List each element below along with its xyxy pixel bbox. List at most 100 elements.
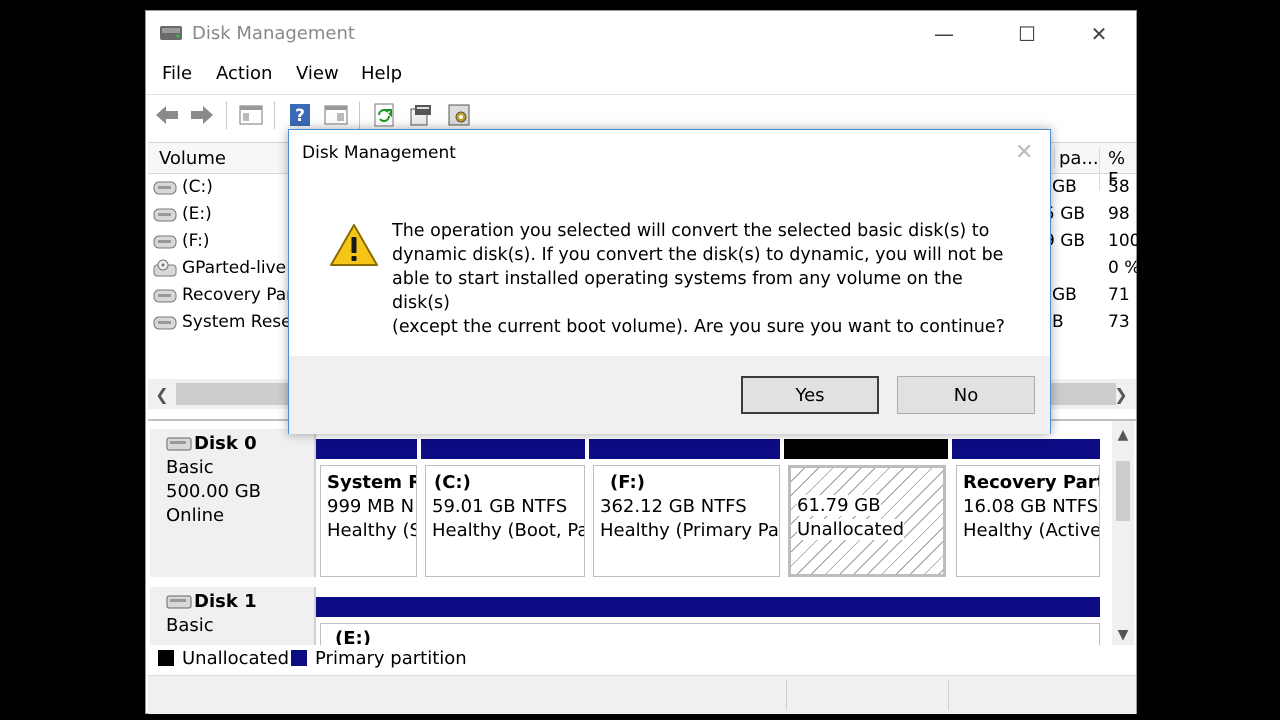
volume-capacity: B <box>1052 312 1064 332</box>
volume-percent-free: 38 <box>1108 177 1130 197</box>
cd-drive-icon <box>153 259 177 277</box>
partition-header-bar <box>421 439 585 459</box>
scrollbar-thumb[interactable] <box>1116 461 1130 521</box>
properties-button[interactable] <box>323 102 349 128</box>
disk-type: Basic <box>166 457 214 478</box>
console-tree-icon <box>239 105 263 125</box>
partition-system-reserved[interactable]: System R 999 MB N Healthy (S <box>320 465 417 577</box>
disk-0-label[interactable]: Disk 0 Basic 500.00 GB Online <box>150 429 316 577</box>
dialog-message-line: able to start installed operating system… <box>392 269 963 313</box>
help-button[interactable]: ? <box>287 102 313 128</box>
scroll-down-icon[interactable]: ▼ <box>1112 625 1134 645</box>
partition-size: 59.01 GB NTFS <box>432 496 568 517</box>
disk-name: Disk 0 <box>194 433 257 454</box>
maximize-icon: ☐ <box>1018 21 1036 46</box>
partition-recovery[interactable]: Recovery Part 16.08 GB NTFS Healthy (Act… <box>956 465 1100 577</box>
disk-pane-vertical-scrollbar[interactable]: ▲ ▼ <box>1112 421 1134 646</box>
dialog-message-line: The operation you selected will convert … <box>392 221 990 241</box>
partition-c[interactable]: (C:) 59.01 GB NTFS Healthy (Boot, Pa <box>425 465 585 577</box>
drive-icon <box>153 289 177 303</box>
refresh-button[interactable] <box>371 102 397 128</box>
toolbar-separator <box>359 101 360 129</box>
menu-view[interactable]: View <box>296 63 339 84</box>
partition-f[interactable]: (F:) 362.12 GB NTFS Healthy (Primary Par <box>593 465 780 577</box>
dialog-close-icon[interactable]: ✕ <box>1015 140 1033 165</box>
yes-button[interactable]: Yes <box>741 376 879 414</box>
drive-icon <box>153 208 177 222</box>
scroll-right-icon[interactable]: ❯ <box>1110 382 1132 406</box>
close-button[interactable]: ✕ <box>1063 11 1135 56</box>
minimize-icon: — <box>934 21 954 46</box>
column-header-capacity[interactable]: pa... <box>1054 148 1099 169</box>
refresh-icon <box>374 103 394 127</box>
partition-size: 999 MB N <box>327 496 415 517</box>
volume-name: (F:) <box>182 231 210 251</box>
close-icon: ✕ <box>1090 21 1108 46</box>
menu-help[interactable]: Help <box>361 63 402 84</box>
scroll-up-icon[interactable]: ▲ <box>1112 425 1134 445</box>
partition-title: (C:) <box>434 472 471 493</box>
minimize-button[interactable]: — <box>908 11 980 56</box>
column-header-volume[interactable]: Volume <box>159 148 226 169</box>
toolbar-separator <box>274 101 275 129</box>
partition-e[interactable]: (E:) <box>320 623 1100 645</box>
partition-status: Healthy (S <box>327 520 417 541</box>
properties-icon <box>324 105 348 125</box>
wizard-button[interactable] <box>408 102 434 128</box>
volume-capacity: GB <box>1052 177 1077 197</box>
partition-status: Unallocated <box>797 519 905 540</box>
back-button[interactable] <box>154 102 180 128</box>
partition-title: (E:) <box>335 628 371 645</box>
drive-icon <box>153 181 177 195</box>
legend-primary-label: Primary partition <box>315 648 467 669</box>
back-arrow-icon <box>156 106 178 124</box>
disk-name: Disk 1 <box>194 591 257 612</box>
volume-name: Recovery Par <box>182 285 294 305</box>
partition-header-bar <box>952 439 1100 459</box>
disk-status: Online <box>166 505 225 526</box>
scroll-left-icon[interactable]: ❮ <box>151 382 173 406</box>
unallocated-header-bar <box>784 439 948 459</box>
forward-button[interactable] <box>189 102 215 128</box>
partition-size: 16.08 GB NTFS <box>963 496 1099 517</box>
volume-capacity: GB <box>1052 285 1077 305</box>
console-tree-button[interactable] <box>238 102 264 128</box>
partition-title: (F:) <box>610 472 645 493</box>
dialog-message-line: (except the current boot volume). Are yo… <box>392 317 1005 337</box>
menu-action[interactable]: Action <box>216 63 272 84</box>
volume-name: (C:) <box>182 177 213 197</box>
status-bar-divider <box>786 680 787 710</box>
partition-status: Healthy (Active <box>963 520 1100 541</box>
window-title: Disk Management <box>192 23 355 44</box>
partition-size: 362.12 GB NTFS <box>600 496 747 517</box>
unallocated-space[interactable]: 61.79 GB Unallocated <box>788 465 946 577</box>
title-bar: Disk Management — ☐ ✕ <box>146 11 1136 56</box>
forward-arrow-icon <box>191 106 213 124</box>
volume-percent-free: 100 <box>1108 231 1141 251</box>
dialog-button-area: Yes No <box>289 356 1050 434</box>
disk-1-label[interactable]: Disk 1 Basic <box>150 587 316 645</box>
volume-name: System Reser <box>182 312 299 332</box>
disk-icon <box>166 595 192 609</box>
no-button[interactable]: No <box>897 376 1035 414</box>
partition-header-bar <box>316 439 417 459</box>
dialog-message-line: dynamic disk(s). If you convert the disk… <box>392 245 1004 265</box>
partition-header-bar <box>589 439 780 459</box>
disk-layout-pane: Disk 0 Basic 500.00 GB Online System R 9… <box>148 419 1136 647</box>
partition-status: Healthy (Boot, Pa <box>432 520 585 541</box>
volume-name: (E:) <box>182 204 212 224</box>
menu-file[interactable]: File <box>162 63 192 84</box>
volume-percent-free: 98 <box>1108 204 1130 224</box>
drive-icon <box>153 235 177 249</box>
settings-button[interactable] <box>446 102 472 128</box>
partition-header-bar <box>316 597 1100 617</box>
volume-percent-free: 0 % <box>1108 258 1141 278</box>
disk-type: Basic <box>166 615 214 636</box>
disk-icon <box>166 437 192 451</box>
maximize-button[interactable]: ☐ <box>991 11 1063 56</box>
status-bar <box>148 675 1136 714</box>
partition-status: Healthy (Primary Par <box>600 520 780 541</box>
disk-management-app-icon <box>160 26 182 40</box>
legend: Unallocated Primary partition <box>148 645 1136 673</box>
status-bar-divider <box>948 680 949 710</box>
